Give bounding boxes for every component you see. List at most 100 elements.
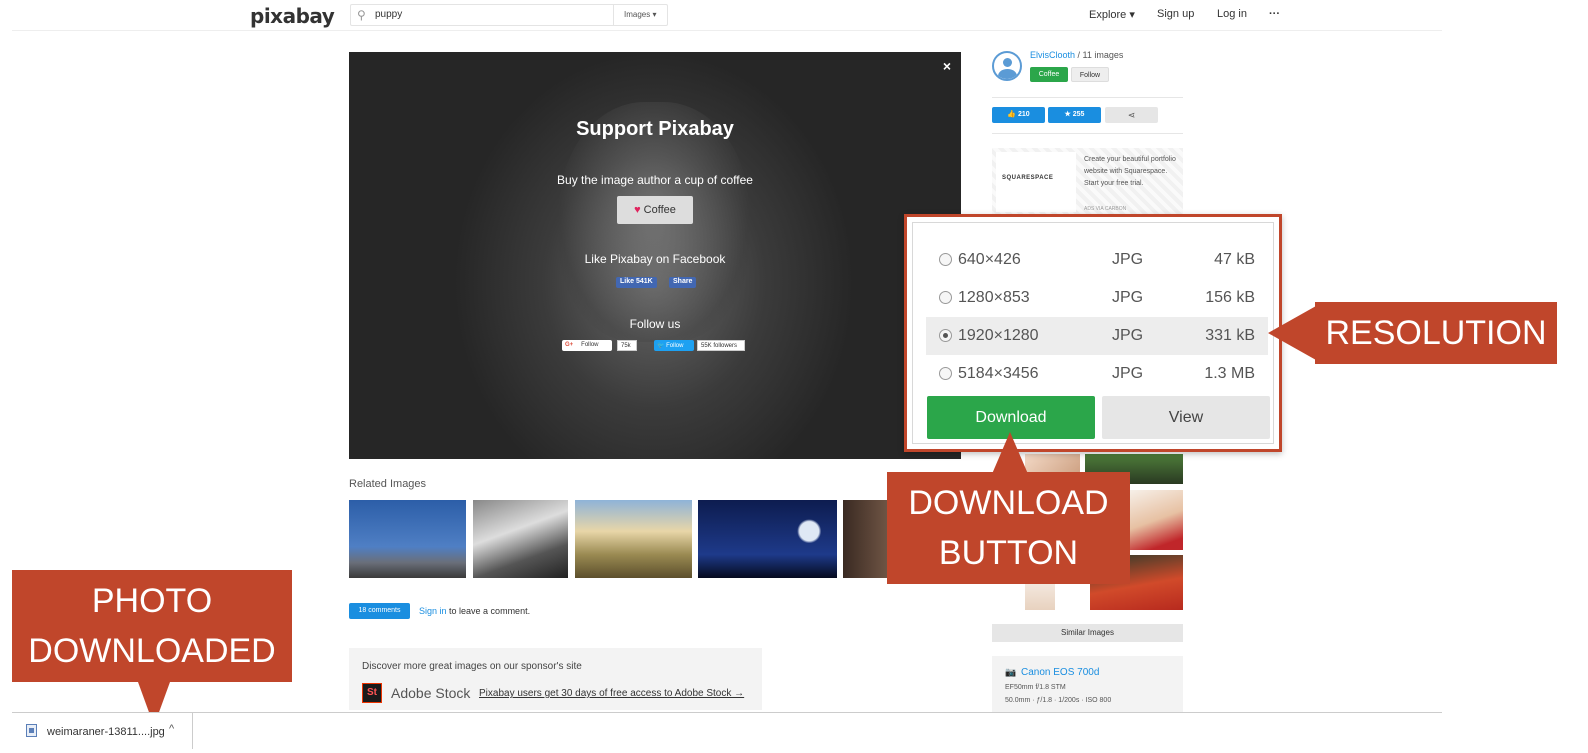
- resolution-size: 1.3 MB: [1204, 365, 1255, 382]
- sponsor-box: Discover more great images on our sponso…: [349, 648, 762, 710]
- favorite-button[interactable]: ★ 255: [1048, 107, 1101, 123]
- download-callout-pointer: [992, 432, 1028, 474]
- photo-callout-line2: DOWNLOADED: [28, 632, 276, 670]
- coffee-button-label: Coffee: [643, 204, 676, 216]
- sponsor-headline: Discover more great images on our sponso…: [362, 661, 582, 672]
- camera-info: 📷 Canon EOS 700d EF50mm f/1.8 STM 50.0mm…: [992, 656, 1183, 712]
- ad-via-label: ADS VIA CARBON: [1084, 206, 1127, 212]
- related-thumb-mountain[interactable]: [575, 500, 692, 578]
- camera-model-link[interactable]: Canon EOS 700d: [1021, 667, 1099, 678]
- author-avatar[interactable]: [992, 51, 1022, 81]
- author-name-link[interactable]: ElvisClooth: [1030, 50, 1075, 60]
- resolution-size: 331 kB: [1205, 327, 1255, 344]
- search-box[interactable]: ⚲ puppy Images ▾: [350, 4, 668, 26]
- resolution-callout: RESOLUTION: [1315, 302, 1557, 364]
- camera-exposure: 50.0mm · ƒ/1.8 · 1/200s · ISO 800: [1005, 697, 1112, 704]
- pixabay-logo[interactable]: pixabay: [250, 4, 335, 28]
- image-file-icon: [26, 724, 37, 737]
- ad-image: [996, 152, 1076, 212]
- radio-button[interactable]: [939, 367, 952, 380]
- camera-lens: EF50mm f/1.8 STM: [1005, 684, 1066, 691]
- sign-in-link[interactable]: Sign in: [419, 606, 447, 616]
- twitter-follow-label: Follow: [666, 343, 684, 349]
- resolution-format: JPG: [1112, 327, 1144, 344]
- author-info: ElvisClooth / 11 images: [1030, 50, 1123, 60]
- google-follow-count: 75k: [617, 340, 637, 351]
- author-follow-button[interactable]: Follow: [1071, 67, 1109, 82]
- downloaded-file-name[interactable]: weimaraner-13811....jpg: [47, 726, 165, 738]
- resolution-option-5184[interactable]: 5184×3456 JPG 1.3 MB: [926, 355, 1268, 393]
- resolution-option-1280[interactable]: 1280×853 JPG 156 kB: [926, 279, 1268, 317]
- search-input[interactable]: puppy: [375, 9, 402, 20]
- resolution-size: 47 kB: [1214, 251, 1255, 268]
- download-callout-line2: BUTTON: [938, 534, 1079, 572]
- resolution-dimensions: 1280×853: [958, 289, 1030, 306]
- squarespace-logo: SQUARESPACE: [1002, 175, 1054, 181]
- radio-button-selected[interactable]: [939, 329, 952, 342]
- share-icon: ⋖: [1127, 110, 1136, 120]
- carbon-ad[interactable]: SQUARESPACE Create your beautiful portfo…: [992, 148, 1183, 216]
- google-plus-icon: G+: [565, 342, 574, 348]
- favorite-count: 255: [1072, 111, 1085, 118]
- resolution-dimensions: 640×426: [958, 251, 1021, 268]
- facebook-prompt: Like Pixabay on Facebook: [584, 252, 726, 266]
- heart-icon: ♥: [634, 204, 641, 216]
- radio-button[interactable]: [939, 291, 952, 304]
- similar-thumb[interactable]: [1128, 490, 1183, 550]
- coffee-prompt: Buy the image author a cup of coffee: [557, 173, 753, 187]
- resolution-dimensions: 1920×1280: [958, 327, 1039, 344]
- chevron-up-icon[interactable]: ^: [169, 723, 174, 735]
- related-images-title: Related Images: [349, 478, 427, 490]
- divider: [992, 133, 1183, 134]
- ad-text: Create your beautiful portfolio website …: [1084, 156, 1176, 187]
- twitter-icon: 🐦: [657, 343, 667, 349]
- resolution-callout-pointer: [1268, 306, 1316, 360]
- resolution-size: 156 kB: [1205, 289, 1255, 306]
- download-callout-line1: DOWNLOAD: [908, 484, 1109, 522]
- google-follow-button[interactable]: G+ Follow: [562, 340, 612, 351]
- share-button[interactable]: ⋖: [1105, 107, 1158, 123]
- similar-images-button[interactable]: Similar Images: [992, 624, 1183, 642]
- google-follow-label: Follow: [581, 342, 599, 348]
- adobe-stock-link[interactable]: Pixabay users get 30 days of free access…: [479, 688, 744, 699]
- download-button-callout: DOWNLOAD BUTTON: [887, 472, 1130, 584]
- view-button[interactable]: View: [1102, 396, 1270, 439]
- support-title: Support Pixabay: [576, 118, 734, 140]
- comments-badge[interactable]: 18 comments: [349, 603, 410, 619]
- comment-signin-suffix: to leave a comment.: [446, 606, 531, 616]
- resolution-option-640[interactable]: 640×426 JPG 47 kB: [926, 241, 1268, 279]
- related-thumb-dog-bw[interactable]: [473, 500, 568, 578]
- related-thumb-wolf[interactable]: [349, 500, 466, 578]
- more-menu-icon[interactable]: ···: [1269, 8, 1280, 20]
- nav-explore[interactable]: Explore ▾: [1089, 8, 1135, 21]
- close-icon[interactable]: ×: [943, 58, 951, 74]
- follow-prompt: Follow us: [629, 317, 681, 331]
- resolution-option-1920[interactable]: 1920×1280 JPG 331 kB: [926, 317, 1268, 355]
- adobe-stock-logo: St: [362, 683, 382, 703]
- facebook-share-button[interactable]: Share: [669, 277, 697, 288]
- resolution-format: JPG: [1112, 289, 1144, 306]
- resolution-dimensions: 5184×3456: [958, 365, 1039, 382]
- radio-button[interactable]: [939, 253, 952, 266]
- related-thumb-night-sky[interactable]: [698, 500, 837, 578]
- nav-sign-up[interactable]: Sign up: [1157, 8, 1194, 20]
- search-icon: ⚲: [357, 8, 366, 22]
- facebook-like-button[interactable]: Like 541K: [616, 277, 657, 288]
- nav-log-in[interactable]: Log in: [1217, 8, 1247, 20]
- author-image-count: / 11 images: [1075, 50, 1124, 60]
- like-count: 210: [1017, 111, 1030, 118]
- related-thumb-partial[interactable]: [843, 500, 887, 578]
- thumbs-up-icon: 👍: [1007, 111, 1018, 118]
- resolution-format: JPG: [1112, 251, 1144, 268]
- divider: [992, 97, 1183, 98]
- twitter-follow-button[interactable]: 🐦 Follow: [654, 340, 694, 351]
- star-icon: ★: [1064, 111, 1073, 118]
- like-button[interactable]: 👍 210: [992, 107, 1045, 123]
- search-type-dropdown[interactable]: Images ▾: [613, 5, 667, 25]
- divider: [192, 713, 193, 749]
- download-popup: 640×426 JPG 47 kB 1280×853 JPG 156 kB 19…: [904, 214, 1282, 452]
- main-photo-overlay: × Support Pixabay Buy the image author a…: [349, 52, 961, 459]
- coffee-button[interactable]: ♥ Coffee: [617, 196, 693, 224]
- photo-callout-line1: PHOTO: [91, 582, 213, 620]
- author-coffee-button[interactable]: Coffee: [1030, 67, 1068, 82]
